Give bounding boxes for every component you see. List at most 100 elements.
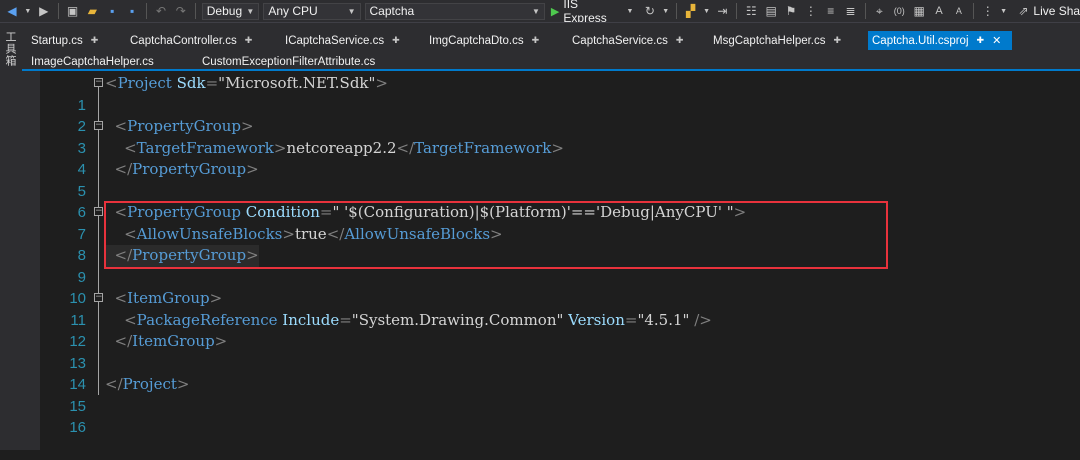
tag-bracket: >	[375, 74, 388, 92]
tag-bracket: >	[176, 375, 190, 393]
toolbar-options-icon[interactable]: ⋮	[980, 3, 996, 19]
run-button[interactable]: ▶ IIS Express ▼	[550, 0, 636, 22]
code-line[interactable]: 10	[22, 267, 1080, 307]
hierarchy-icon[interactable]: ⋮	[803, 3, 819, 19]
outline-icon[interactable]: ☷	[743, 3, 759, 19]
tab-captchaservice-cs[interactable]: CaptchaService.cs ✚	[568, 31, 687, 50]
pin-icon[interactable]: ✚	[532, 35, 540, 46]
tab-icaptchaservice-cs[interactable]: ICaptchaService.cs ✚	[281, 31, 404, 50]
format-icon[interactable]: (0)	[891, 3, 907, 19]
format-document-icon[interactable]: ▦	[911, 3, 927, 19]
close-icon[interactable]: ✕	[992, 34, 1001, 47]
pin-icon[interactable]: ✚	[245, 35, 253, 46]
toolbar-separator	[972, 3, 974, 19]
code-line[interactable]: 12 <PackageReference Include="System.Dra…	[22, 310, 1080, 351]
tag-bracket: >	[551, 138, 564, 157]
tab-label: Startup.cs	[31, 34, 83, 47]
comment-icon[interactable]: ≡	[823, 3, 839, 19]
play-icon: ▶	[550, 5, 560, 18]
tab-captchacontroller-cs[interactable]: CaptchaController.cs ✚	[126, 31, 256, 50]
code-line[interactable]: 6	[22, 181, 1080, 221]
code-line[interactable]: 16	[22, 396, 1080, 436]
uncomment-icon[interactable]: ≣	[843, 3, 859, 19]
tab-label: ImgCaptchaDto.cs	[429, 34, 524, 47]
tag-bracket: />	[689, 310, 712, 329]
open-file-icon[interactable]: ▰	[84, 3, 100, 19]
code-text: <PackageReference Include="System.Drawin…	[105, 310, 712, 332]
undo-icon[interactable]: ↶	[153, 3, 169, 19]
line-number: 16	[69, 419, 86, 436]
tab-label: ICaptchaService.cs	[285, 34, 385, 47]
pin-icon[interactable]: ⌖	[871, 3, 887, 19]
chevron-down-icon: ▼	[532, 6, 540, 16]
code-line[interactable]: 3 − <PropertyGroup>	[22, 116, 1080, 157]
pin-icon[interactable]: ✚	[834, 35, 842, 46]
code-line[interactable]: 2	[22, 95, 1080, 135]
save-icon[interactable]: ▪	[104, 3, 120, 19]
collapse-icon[interactable]: −	[94, 293, 103, 302]
chevron-down-icon[interactable]: ▼	[662, 3, 670, 19]
tab-startup-cs[interactable]: Startup.cs ✚	[27, 31, 102, 50]
code-line[interactable]: 11 − <ItemGroup>	[22, 288, 1080, 329]
tag-bracket: >	[209, 289, 223, 307]
pin-icon[interactable]: ✚	[676, 35, 684, 46]
navigate-back-icon[interactable]: ◀	[4, 3, 20, 19]
tab-imgcaptchadto-cs[interactable]: ImgCaptchaDto.cs ✚	[425, 31, 543, 50]
chevron-down-icon[interactable]: ▼	[1000, 3, 1008, 19]
collapse-icon[interactable]: −	[94, 207, 103, 216]
dropdown-arrow-icon[interactable]: ▼	[24, 3, 32, 19]
tab-label: CaptchaController.cs	[130, 34, 237, 47]
code-editor[interactable]: 1 − <Project Sdk="Microsoft.NET.Sdk"> 2 …	[22, 71, 1080, 450]
toolbox-label[interactable]: 工具箱	[4, 31, 18, 67]
tag-bracket: </	[114, 160, 133, 178]
chevron-down-icon[interactable]: ▼	[703, 3, 711, 19]
toolbar-separator	[675, 3, 677, 19]
font-size-decrease-icon[interactable]: A	[951, 3, 967, 19]
pin-icon[interactable]: ✚	[91, 35, 99, 46]
tab-msgcaptchahelper-cs[interactable]: MsgCaptchaHelper.cs ✚	[709, 31, 845, 50]
tag-name: PropertyGroup	[127, 117, 242, 135]
new-project-icon[interactable]: ▣	[65, 3, 81, 19]
collapse-icon[interactable]: −	[94, 78, 103, 87]
code-line[interactable]: 4 <TargetFramework>netcoreapp2.2</Target…	[22, 138, 1080, 179]
tab-captcha-util-csproj[interactable]: Captcha.Util.csproj ✚ ✕	[868, 31, 1012, 50]
attribute-value: "Microsoft.NET.Sdk"	[218, 74, 376, 92]
tab-label: CustomExceptionFilterAttribute.cs	[202, 55, 376, 68]
live-share-button[interactable]: Live Sha	[1033, 4, 1080, 18]
font-size-icon[interactable]: A	[931, 3, 947, 19]
save-all-icon[interactable]: ▪	[124, 3, 140, 19]
tag-name: ItemGroup	[127, 289, 210, 307]
pin-icon[interactable]: ✚	[977, 35, 985, 46]
chevron-down-icon: ▼	[626, 7, 634, 15]
code-line[interactable]: 13 </ItemGroup>	[22, 331, 1080, 372]
collapse-icon[interactable]: −	[94, 121, 103, 130]
startup-project-select[interactable]: Captcha ▼	[364, 2, 545, 20]
solution-configuration-select[interactable]: Debug ▼	[201, 2, 260, 20]
document-icon[interactable]: ▤	[763, 3, 779, 19]
code-line[interactable]: 15 </Project>	[22, 374, 1080, 415]
code-line[interactable]: 14	[22, 353, 1080, 393]
redo-icon[interactable]: ↷	[173, 3, 189, 19]
navigate-forward-icon[interactable]: ▶	[36, 3, 52, 19]
attribute-name: Version	[563, 310, 625, 329]
solution-platform-select[interactable]: Any CPU ▼	[263, 2, 361, 20]
equals-sign: =	[339, 310, 352, 329]
tag-bracket: <	[114, 289, 128, 307]
highlight-box	[104, 201, 888, 269]
toolbar-separator	[864, 3, 866, 19]
browser-link-icon[interactable]: ▞	[683, 3, 699, 19]
code-line[interactable]: 1 − <Project Sdk="Microsoft.NET.Sdk">	[22, 73, 1080, 114]
bookmark-icon[interactable]: ⚑	[783, 3, 799, 19]
attribute-name: Include	[277, 310, 340, 329]
code-text: </ItemGroup>	[105, 331, 228, 353]
tag-name: PackageReference	[136, 310, 278, 329]
pin-icon[interactable]: ✚	[392, 35, 400, 46]
live-share-icon[interactable]: ⇗	[1016, 3, 1032, 19]
attribute-value: "4.5.1"	[637, 310, 690, 329]
code-text: </PropertyGroup>	[105, 159, 259, 181]
toolbar-separator	[146, 3, 148, 19]
code-line[interactable]: 5 </PropertyGroup>	[22, 159, 1080, 200]
step-icon[interactable]: ⇥	[715, 3, 731, 19]
refresh-icon[interactable]: ↻	[642, 3, 658, 19]
